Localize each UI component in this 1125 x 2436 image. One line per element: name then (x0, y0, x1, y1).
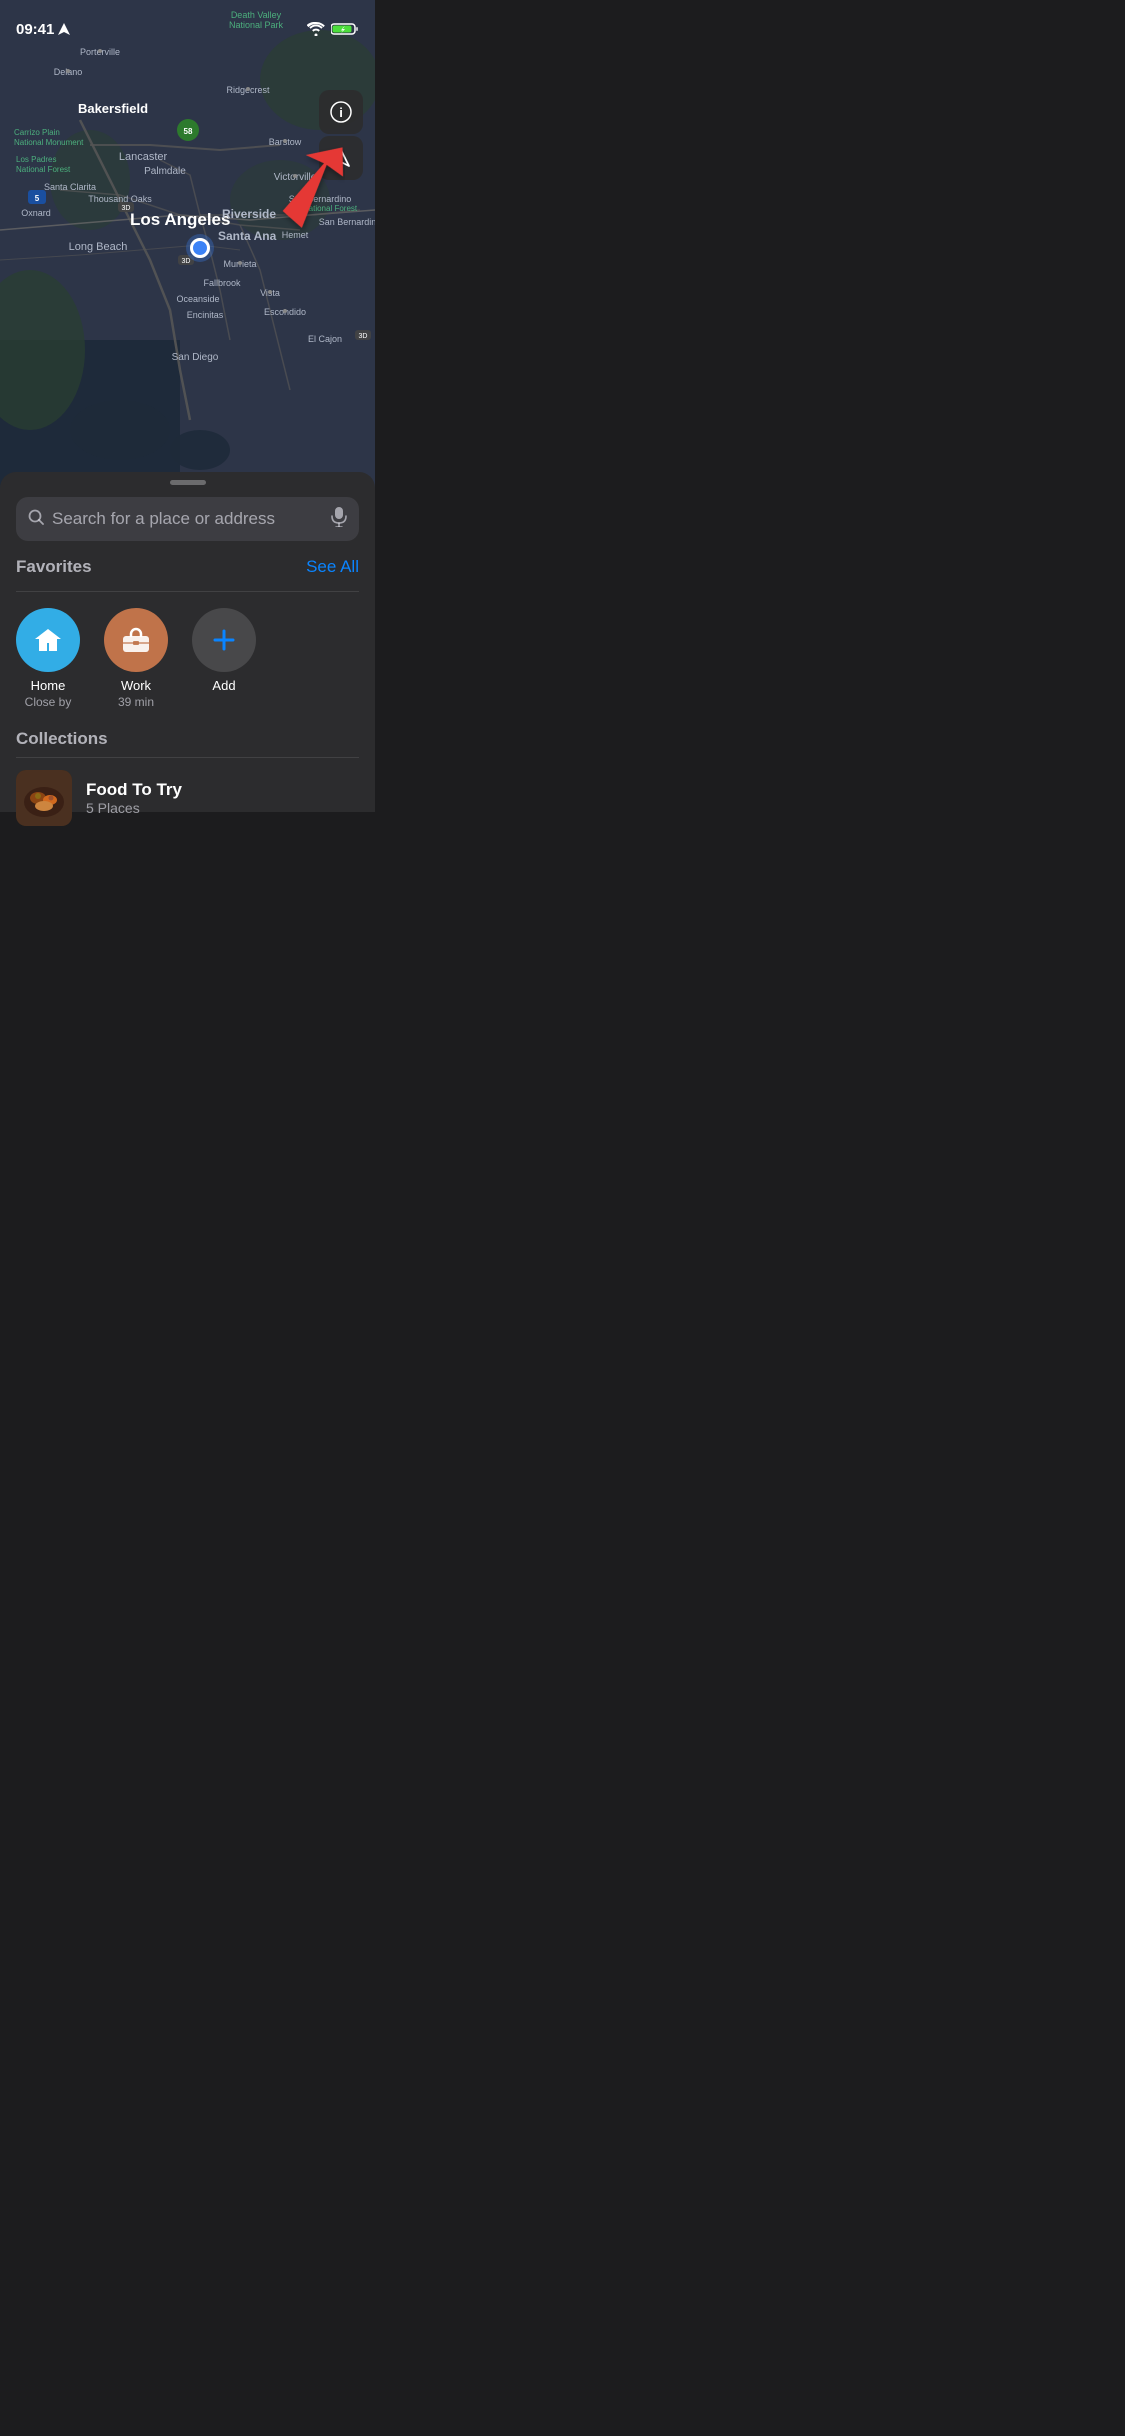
search-icon (28, 509, 44, 530)
svg-text:Santa Ana: Santa Ana (218, 229, 277, 243)
work-label: Work (121, 678, 151, 693)
svg-text:Los Padres: Los Padres (16, 155, 56, 164)
svg-text:National Forest: National Forest (16, 165, 71, 174)
svg-text:Palmdale: Palmdale (144, 166, 186, 177)
battery-icon (331, 22, 359, 36)
svg-text:National Monument: National Monument (14, 138, 84, 147)
svg-text:Riverside: Riverside (222, 207, 276, 221)
bottom-sheet: Search for a place or address Favorites … (0, 472, 375, 812)
navigate-icon (331, 148, 351, 168)
svg-text:Long Beach: Long Beach (69, 241, 128, 253)
favorite-work[interactable]: Work 39 min (104, 608, 168, 709)
svg-text:3D: 3D (182, 258, 191, 265)
svg-text:Hemet: Hemet (282, 230, 309, 240)
home-icon (33, 626, 63, 654)
search-container: Search for a place or address (0, 497, 375, 541)
collections-divider (16, 757, 359, 758)
wifi-icon (307, 22, 325, 36)
svg-text:Encinitas: Encinitas (187, 310, 224, 320)
info-button[interactable]: i (319, 90, 363, 134)
collection-item[interactable]: Food To Try 5 Places (0, 770, 375, 826)
svg-text:58: 58 (184, 127, 193, 136)
favorites-divider (16, 591, 359, 592)
collections-title: Collections (0, 729, 375, 749)
home-label: Home (31, 678, 66, 693)
add-label: Add (212, 678, 235, 693)
svg-text:5: 5 (35, 194, 40, 203)
status-right-icons (307, 22, 359, 36)
favorites-section: Favorites See All Home Close by (0, 557, 375, 709)
collection-count: 5 Places (86, 800, 359, 816)
time-display: 09:41 (16, 21, 54, 38)
favorite-home[interactable]: Home Close by (16, 608, 80, 709)
svg-text:Los Angeles: Los Angeles (130, 210, 230, 229)
briefcase-icon (121, 627, 151, 653)
svg-text:San Bernardino: San Bernardino (289, 194, 352, 204)
drag-handle[interactable] (170, 480, 206, 485)
collections-section: Collections Food To Try 5 Places (0, 729, 375, 826)
see-all-button[interactable]: See All (306, 557, 359, 577)
location-arrow-icon (58, 23, 70, 35)
work-sublabel: 39 min (118, 695, 154, 709)
favorites-title: Favorites (16, 557, 92, 577)
svg-text:Oxnard: Oxnard (21, 208, 51, 218)
microphone-icon[interactable] (331, 507, 347, 532)
svg-text:Lancaster: Lancaster (119, 151, 168, 163)
info-icon: i (330, 101, 352, 123)
user-location-dot (190, 238, 210, 258)
map-area[interactable]: 5 58 3D 3D 3D Death Valley National Park… (0, 0, 375, 490)
svg-text:i: i (339, 105, 343, 120)
favorites-header: Favorites See All (16, 557, 359, 577)
home-icon-bg (16, 608, 80, 672)
svg-text:3D: 3D (359, 333, 368, 340)
status-time: 09:41 (16, 21, 70, 38)
collection-name: Food To Try (86, 780, 359, 800)
search-placeholder: Search for a place or address (52, 509, 323, 529)
work-icon-bg (104, 608, 168, 672)
favorites-row: Home Close by Work 39 min (16, 608, 359, 709)
svg-text:San Bernardino: San Bernardino (319, 217, 375, 227)
add-icon-bg (192, 608, 256, 672)
svg-text:San Diego: San Diego (172, 352, 219, 363)
food-thumbnail (16, 770, 72, 826)
home-sublabel: Close by (25, 695, 72, 709)
favorite-add[interactable]: Add (192, 608, 256, 709)
svg-text:El Cajon: El Cajon (308, 334, 342, 344)
search-bar[interactable]: Search for a place or address (16, 497, 359, 541)
collection-info: Food To Try 5 Places (86, 780, 359, 816)
collection-thumbnail (16, 770, 72, 826)
status-bar: 09:41 (0, 0, 375, 44)
map-svg: 5 58 3D 3D 3D Death Valley National Park… (0, 0, 375, 490)
location-button[interactable] (319, 136, 363, 180)
add-icon (210, 626, 238, 654)
svg-text:Thousand Oaks: Thousand Oaks (88, 194, 152, 204)
svg-text:Santa Clarita: Santa Clarita (44, 182, 96, 192)
map-controls: i (319, 90, 363, 180)
svg-text:Bakersfield: Bakersfield (78, 101, 148, 116)
svg-text:Oceanside: Oceanside (176, 294, 219, 304)
svg-text:Carrizo Plain: Carrizo Plain (14, 128, 60, 137)
svg-text:Fallbrook: Fallbrook (203, 278, 241, 288)
svg-text:National Forest: National Forest (303, 204, 358, 213)
